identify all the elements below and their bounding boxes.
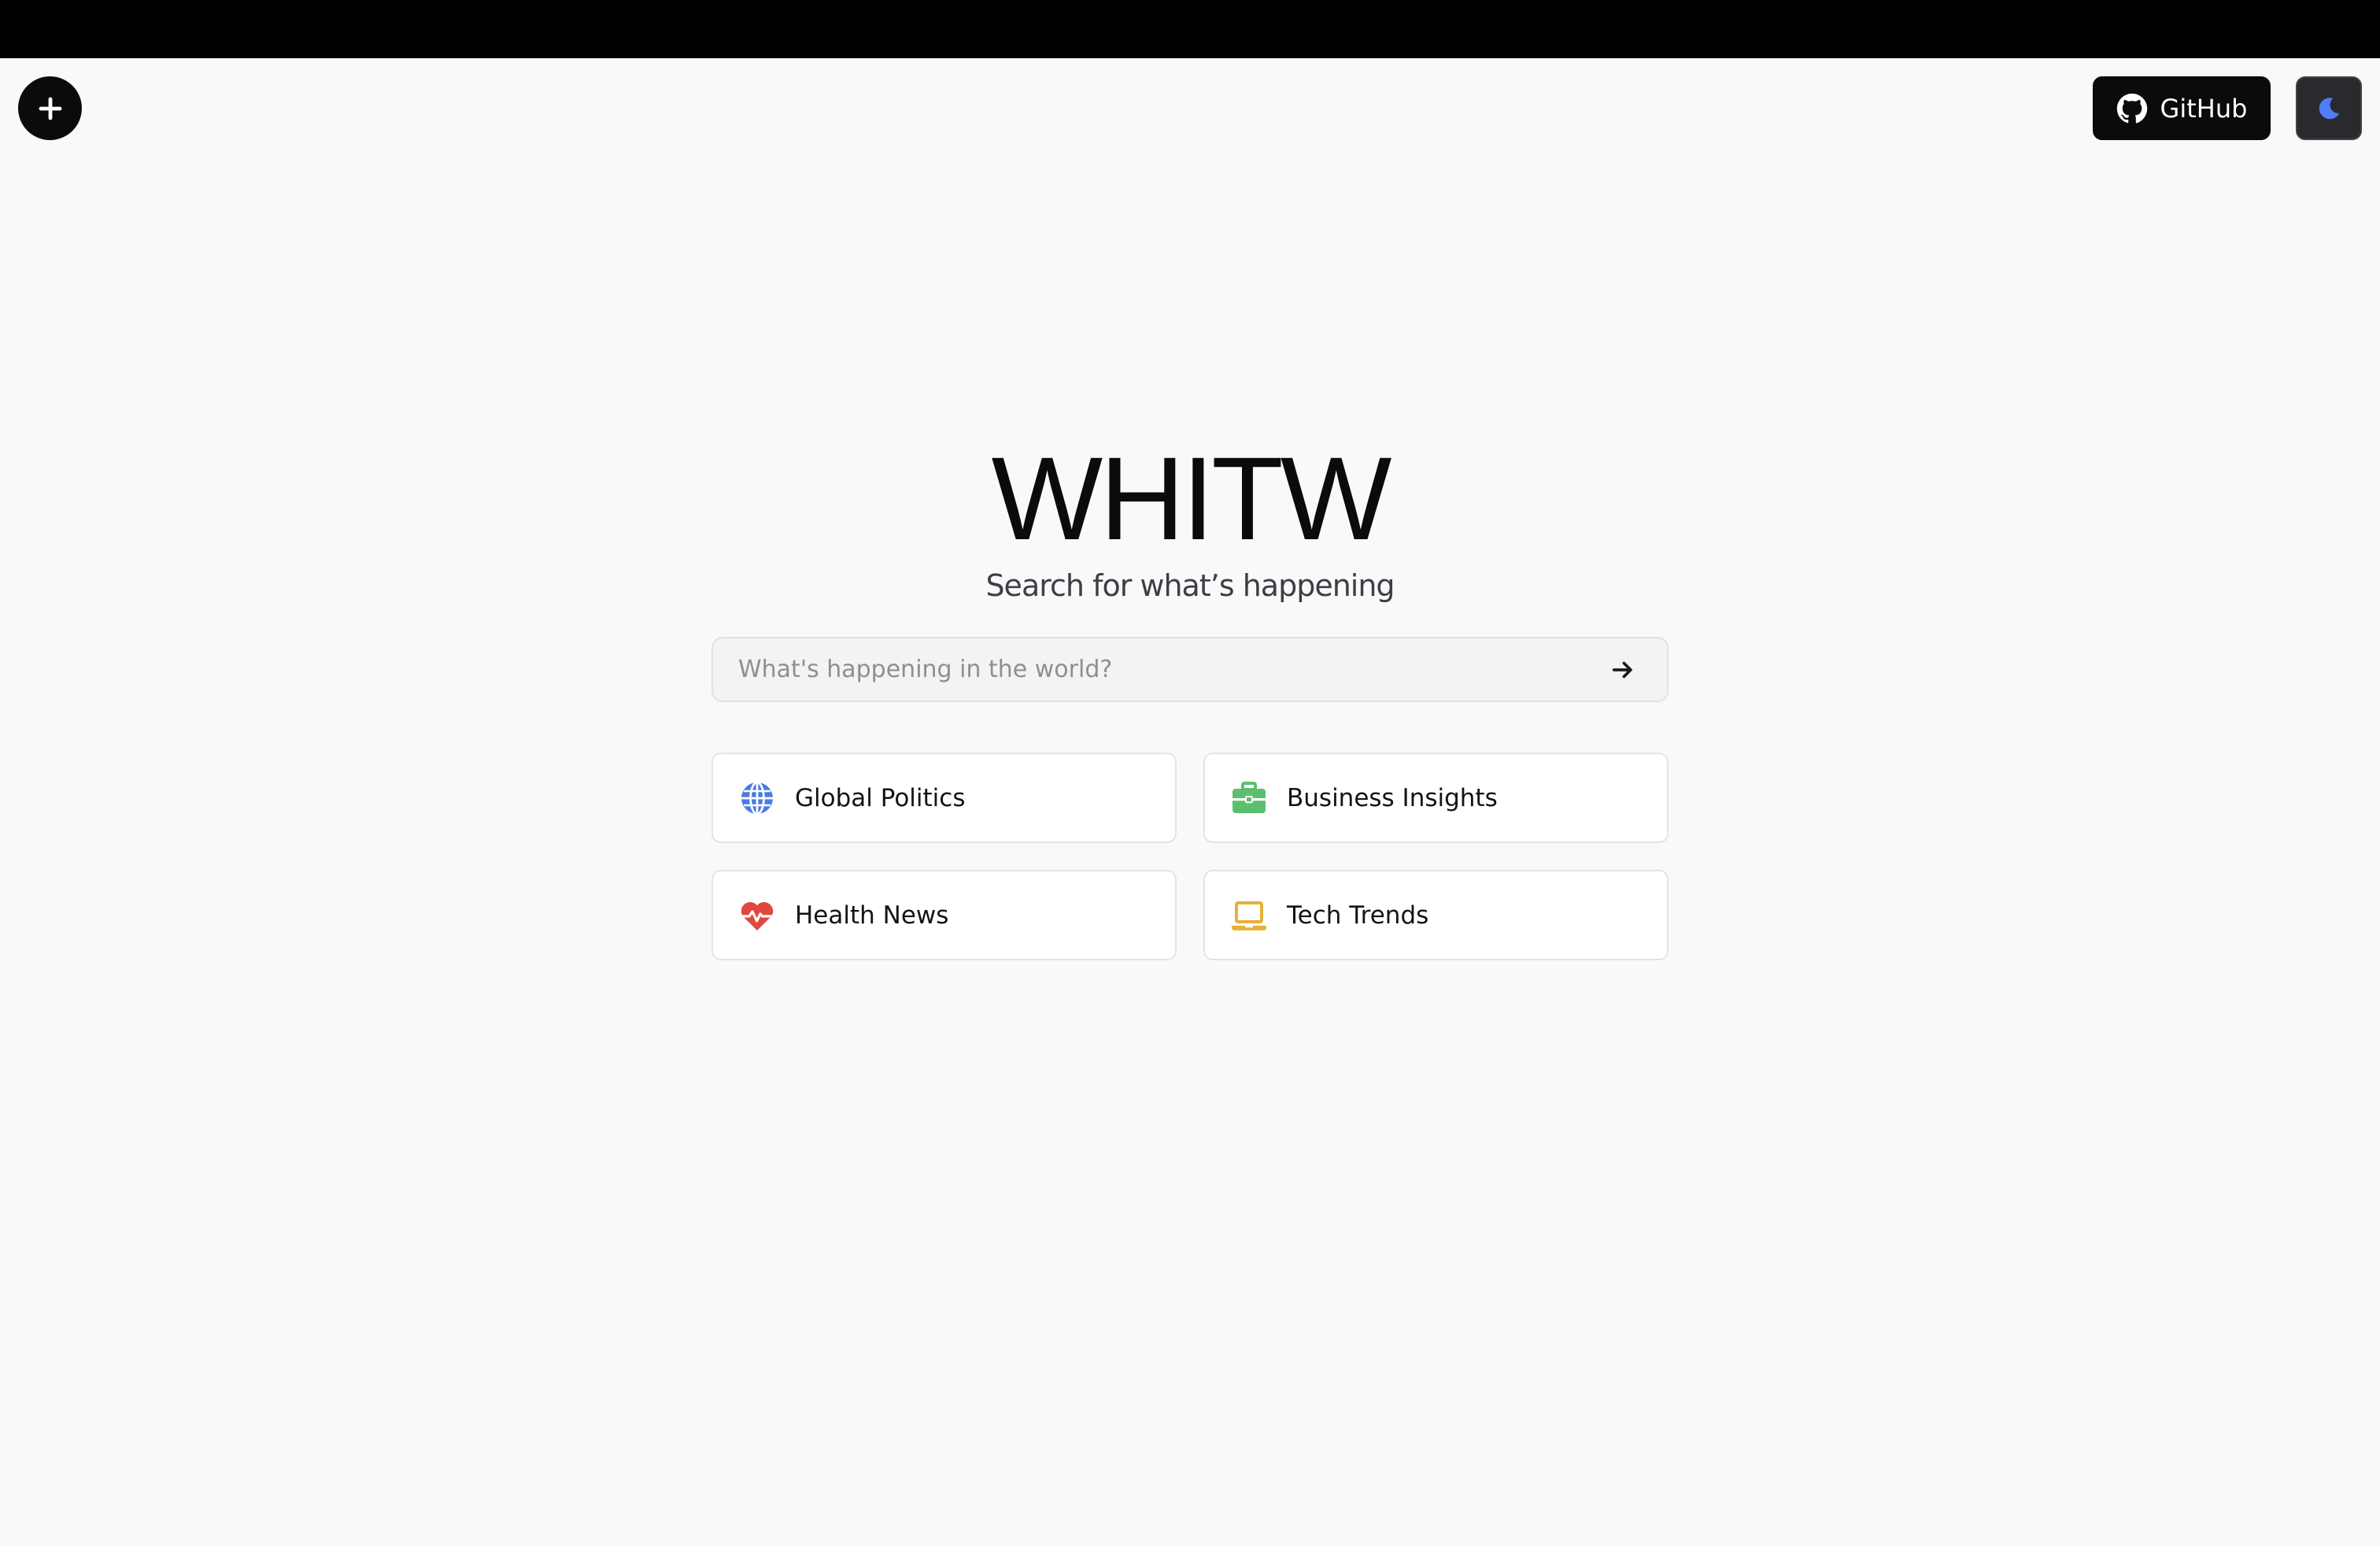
plus-icon [39, 97, 61, 120]
theme-toggle-button[interactable] [2296, 76, 2362, 140]
search-submit-button[interactable] [1604, 651, 1642, 689]
topic-card-business-insights[interactable]: Business Insights [1203, 753, 1669, 843]
laptop-icon [1230, 897, 1268, 934]
arrow-right-icon [1612, 661, 1632, 678]
topic-label: Business Insights [1287, 783, 1498, 812]
page: GitHub WHITW Search for what’s happening [0, 0, 2380, 1546]
search-box [711, 637, 1669, 702]
globe-icon [738, 779, 776, 817]
topic-card-tech-trends[interactable]: Tech Trends [1203, 870, 1669, 960]
page-subtitle: Search for what’s happening [985, 568, 1395, 603]
search-input[interactable] [738, 656, 1604, 683]
github-icon [2116, 93, 2147, 123]
briefcase-icon [1230, 779, 1268, 817]
topic-label: Global Politics [795, 783, 966, 812]
browser-top-bar [0, 0, 2380, 58]
topic-label: Health News [795, 901, 949, 930]
page-title: WHITW [991, 432, 1392, 564]
topic-label: Tech Trends [1287, 901, 1429, 930]
github-button-label: GitHub [2160, 93, 2248, 124]
github-button[interactable]: GitHub [2093, 76, 2271, 140]
topic-grid: Global Politics Business Insights Health… [711, 753, 1669, 960]
topic-card-global-politics[interactable]: Global Politics [711, 753, 1177, 843]
new-chat-button[interactable] [18, 76, 82, 140]
heart-pulse-icon [738, 897, 776, 934]
moon-icon [2319, 97, 2340, 119]
topic-card-health-news[interactable]: Health News [711, 870, 1177, 960]
